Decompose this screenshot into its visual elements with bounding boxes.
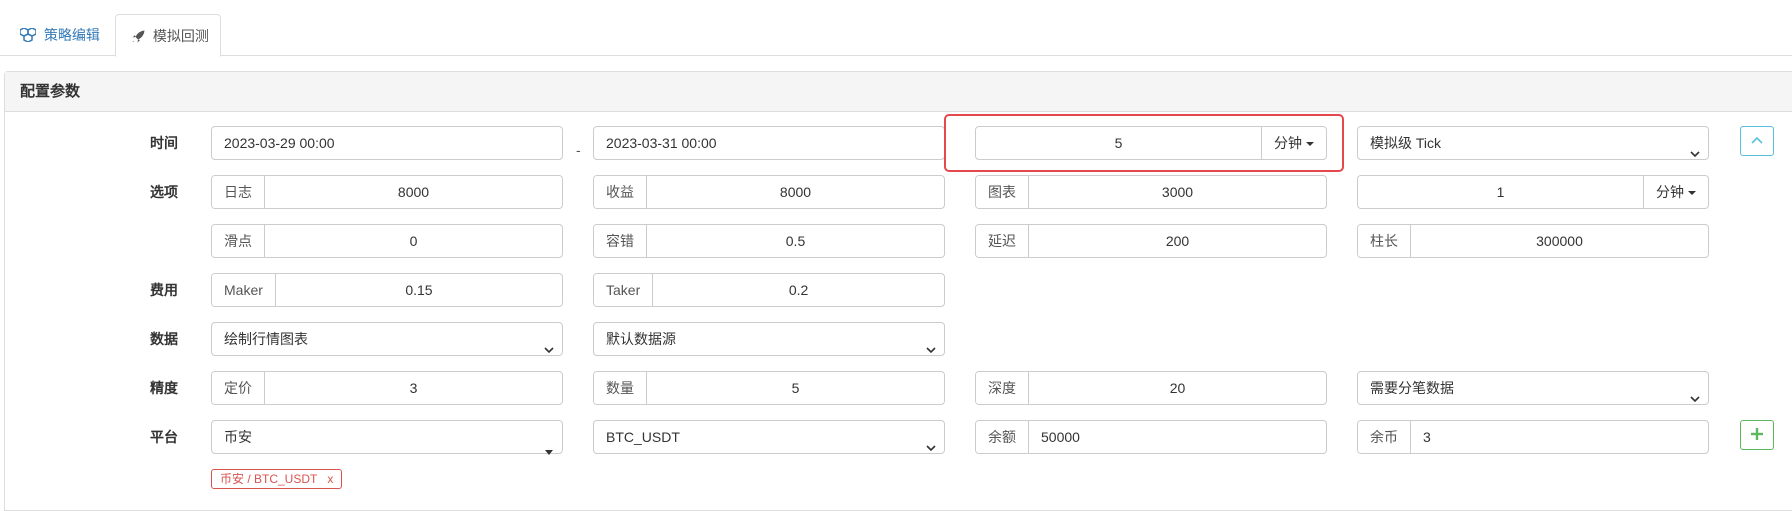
tab-bar: 策略编辑 模拟回测 [0,0,1792,57]
data-source-select-value: 默认数据源 [606,331,676,347]
interval-unit-label: 分钟 [1656,184,1684,200]
taker-input[interactable]: 0.2 [653,274,944,306]
maker-input-group: Maker 0.15 [211,273,563,307]
maker-input[interactable]: 0.15 [276,274,562,306]
exchange-select-value: 币安 [224,429,252,445]
balance-label: 余额 [976,421,1029,453]
slippage-input-group: 滑点 0 [211,224,563,258]
chart-input[interactable]: 3000 [1029,176,1326,208]
depth-input-group: 深度 20 [975,371,1327,405]
depth-label: 深度 [976,372,1029,404]
tab-strategy-edit[interactable]: 策略编辑 [4,14,116,56]
mode-select[interactable]: 模拟级 Tick [1357,126,1709,160]
chart-mode-select[interactable]: 绘制行情图表 [211,322,563,356]
price-precision-label: 定价 [212,372,265,404]
chevron-up-icon [1751,133,1763,149]
pair-select-value: BTC_USDT [606,429,680,445]
remove-tag-button[interactable]: x [327,472,333,486]
coins-input-group: 余币 3 [1357,420,1709,454]
mode-select-value: 模拟级 Tick [1370,135,1442,151]
delay-label: 延迟 [976,225,1029,257]
rocket-icon [132,28,153,44]
tolerance-input-group: 容错 0.5 [593,224,945,258]
caret-down-icon [544,435,554,467]
tick-data-select-value: 需要分笔数据 [1370,380,1454,396]
log-input[interactable]: 8000 [265,176,562,208]
qty-precision-input[interactable]: 5 [647,372,944,404]
cubes-icon [19,27,44,43]
tab-backtest[interactable]: 模拟回测 [115,14,221,57]
bar-length-input[interactable]: 300000 [1411,225,1708,257]
delay-input[interactable]: 200 [1029,225,1326,257]
chart-input-group: 图表 3000 [975,175,1327,209]
chevron-down-icon [926,432,936,464]
qty-precision-input-group: 数量 5 [593,371,945,405]
bar-length-label: 柱长 [1358,225,1411,257]
row-label-fees: 费用 [150,282,178,298]
taker-input-group: Taker 0.2 [593,273,945,307]
profit-label: 收益 [594,176,647,208]
highlight-box [944,114,1344,172]
panel-heading: 配置参数 [5,72,1792,112]
chevron-down-icon [544,334,554,366]
tolerance-input[interactable]: 0.5 [647,225,944,257]
pair-select[interactable]: BTC_USDT [593,420,945,454]
interval-value-input[interactable]: 1 [1358,176,1643,208]
log-input-group: 日志 8000 [211,175,563,209]
log-label: 日志 [212,176,265,208]
qty-precision-label: 数量 [594,372,647,404]
profit-input[interactable]: 8000 [647,176,944,208]
tab-strategy-edit-label: 策略编辑 [43,27,100,43]
date-separator: - [576,142,581,158]
maker-label: Maker [212,274,276,306]
collapse-button[interactable] [1740,126,1774,156]
platform-tag-label: 币安 / BTC_USDT [220,472,318,486]
platform-tag: 币安 / BTC_USDT x [211,469,343,489]
add-platform-button[interactable] [1740,420,1774,450]
exchange-select[interactable]: 币安 [211,420,563,455]
row-label-time: 时间 [150,135,178,151]
chart-label: 图表 [976,176,1029,208]
end-time-input[interactable]: 2023-03-31 00:00 [593,126,945,160]
delay-input-group: 延迟 200 [975,224,1327,258]
interval-input-group: 1 分钟 [1357,175,1709,209]
coins-input[interactable]: 3 [1411,421,1708,453]
chart-mode-select-value: 绘制行情图表 [224,331,308,347]
balance-input-group: 余额 50000 [975,420,1327,454]
tolerance-label: 容错 [594,225,647,257]
slippage-input[interactable]: 0 [265,225,562,257]
data-source-select[interactable]: 默认数据源 [593,322,945,356]
panel-title: 配置参数 [20,83,81,100]
slippage-label: 滑点 [212,225,265,257]
taker-label: Taker [594,274,654,306]
interval-unit-dropdown[interactable]: 分钟 [1643,176,1708,208]
price-precision-input[interactable]: 3 [265,372,562,404]
start-time-input[interactable]: 2023-03-29 00:00 [211,126,563,160]
bar-length-input-group: 柱长 300000 [1357,224,1709,258]
tab-backtest-label: 模拟回测 [152,28,209,44]
row-label-options: 选项 [150,184,178,200]
tick-data-select[interactable]: 需要分笔数据 [1357,371,1709,405]
balance-input[interactable]: 50000 [1029,421,1326,453]
chevron-down-icon [1690,138,1700,170]
row-label-data: 数据 [150,331,178,347]
coins-label: 余币 [1358,421,1411,453]
plus-icon [1751,427,1763,443]
chevron-down-icon [926,334,936,366]
row-label-precision: 精度 [150,380,178,396]
caret-down-icon [1688,191,1696,196]
price-precision-input-group: 定价 3 [211,371,563,405]
chevron-down-icon [1690,383,1700,415]
profit-input-group: 收益 8000 [593,175,945,209]
depth-input[interactable]: 20 [1029,372,1326,404]
row-label-platform: 平台 [150,429,178,445]
